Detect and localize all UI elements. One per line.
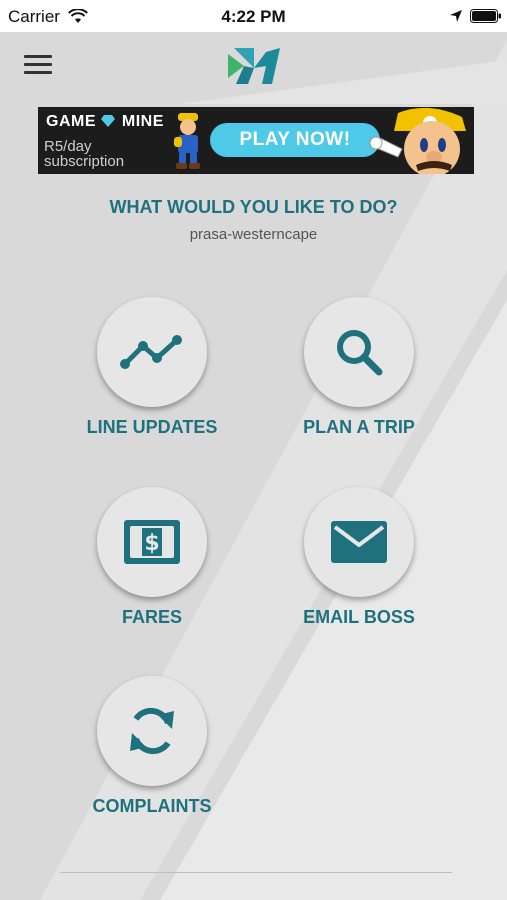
line-updates-circle[interactable] (97, 297, 207, 407)
complaints-label: COMPLAINTS (92, 796, 212, 816)
email-boss-circle[interactable] (304, 487, 414, 597)
search-icon (337, 330, 383, 376)
ad-subtitle: R5/day subscription (44, 138, 125, 170)
complaints-circle[interactable] (97, 676, 207, 786)
plan-a-trip-circle[interactable] (304, 297, 414, 407)
app-header (0, 32, 507, 104)
clock: 4:22 PM (221, 7, 286, 26)
region-subtitle: prasa-westerncape (189, 226, 318, 243)
hamburger-menu-icon[interactable] (24, 55, 52, 77)
play-now-button[interactable]: PLAY NOW! (210, 123, 380, 157)
ad-banner[interactable]: GAME MINE R5/day subscription PLAY NOW! (38, 107, 474, 174)
fares-label: FARES (121, 607, 182, 627)
battery-icon (470, 9, 501, 23)
footer-divider (60, 872, 452, 873)
mario-face-icon (369, 107, 466, 174)
envelope-icon (331, 521, 387, 563)
ad-brand-game: GAME (46, 113, 96, 130)
app-logo (228, 48, 280, 84)
email-boss-label: EMAIL BOSS (303, 607, 415, 627)
fares-circle[interactable]: $ (97, 487, 207, 597)
trend-line-icon (120, 335, 182, 369)
status-bar: Carrier 4:22 PM (0, 0, 507, 32)
diamond-icon (100, 115, 115, 127)
mario-character-icon (174, 113, 200, 169)
dollar-ticket-icon: $ (124, 520, 180, 564)
line-updates-label: LINE UPDATES (86, 417, 218, 437)
ad-brand-mine: MINE (121, 113, 164, 130)
plan-a-trip-label: PLAN A TRIP (303, 417, 415, 437)
page-title: WHAT WOULD YOU LIKE TO DO? (109, 197, 398, 217)
location-arrow-icon (450, 10, 462, 22)
ad-brand: GAME MINE (46, 113, 164, 131)
svg-text:$: $ (144, 531, 159, 556)
refresh-icon (130, 707, 174, 755)
